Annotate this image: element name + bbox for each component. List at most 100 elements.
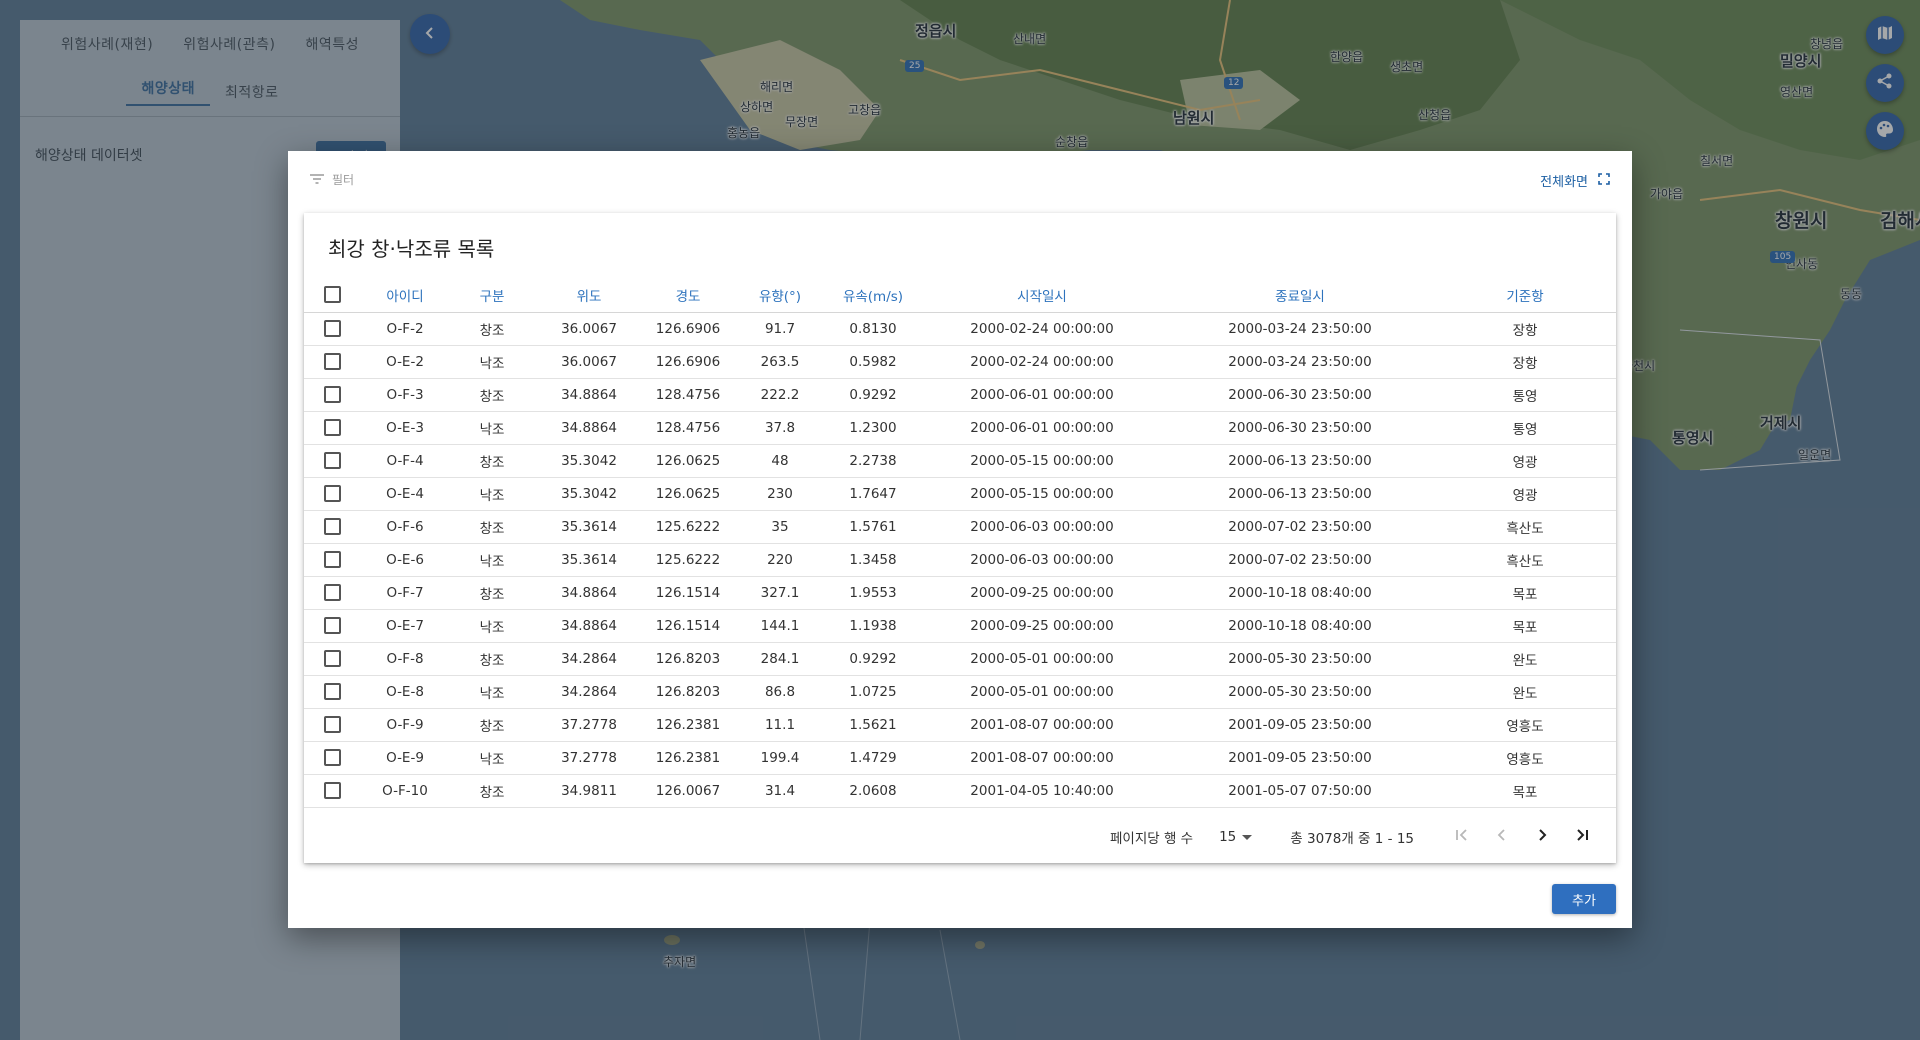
next-page-button[interactable] (1522, 817, 1562, 857)
table-cell: 2000-05-30 23:50:00 (1166, 642, 1434, 676)
column-header[interactable]: 종료일시 (1166, 278, 1434, 313)
table-cell: 영광 (1434, 444, 1616, 478)
select-all-checkbox[interactable] (323, 286, 341, 304)
row-checkbox[interactable] (323, 749, 341, 766)
row-select-cell (304, 741, 360, 775)
table-row[interactable]: O-F-4 창조 35.3042 126.0625 48 2.2738 2000-05-15… (304, 444, 1616, 478)
row-checkbox[interactable] (323, 452, 341, 469)
filter-button[interactable]: 필터 (310, 171, 354, 188)
table-cell: 126.2381 (644, 741, 732, 775)
column-header[interactable]: 위도 (534, 278, 644, 313)
row-checkbox[interactable] (323, 716, 341, 733)
tidal-current-dialog: 필터 전체화면 최강 창·낙조류 목록 아이디 구분 위도 경도 유향(°) 유속(m/s… (288, 151, 1632, 928)
table-cell: O-E-4 (360, 477, 450, 511)
table-row[interactable]: O-E-2 낙조 36.0067 126.6906 263.5 0.5982 2000-02… (304, 345, 1616, 379)
table-row[interactable]: O-F-8 창조 34.2864 126.8203 284.1 0.9292 2000-05… (304, 642, 1616, 676)
row-select-cell (304, 477, 360, 511)
table-cell: 34.8864 (534, 609, 644, 643)
table-cell: 창조 (450, 576, 534, 610)
table-cell: O-E-2 (360, 345, 450, 379)
table-cell: 34.8864 (534, 378, 644, 412)
row-checkbox[interactable] (323, 419, 341, 436)
column-header[interactable]: 구분 (450, 278, 534, 313)
row-checkbox[interactable] (323, 551, 341, 568)
table-cell: 284.1 (732, 642, 828, 676)
table-cell: 35.3042 (534, 444, 644, 478)
column-header[interactable]: 시작일시 (918, 278, 1166, 313)
table-header-row: 아이디 구분 위도 경도 유향(°) 유속(m/s) 시작일시 종료일시 기준항 (304, 278, 1616, 313)
table-cell: 86.8 (732, 675, 828, 709)
row-checkbox[interactable] (323, 617, 341, 634)
add-button[interactable]: 추가 (1552, 884, 1616, 914)
table-row[interactable]: O-F-9 창조 37.2778 126.2381 11.1 1.5621 2001-08-… (304, 708, 1616, 742)
row-checkbox[interactable] (323, 320, 341, 337)
table-cell: 1.9553 (828, 576, 918, 610)
table-row[interactable]: O-F-10 창조 34.9811 126.0067 31.4 2.0608 2001-04… (304, 774, 1616, 808)
column-header[interactable]: 기준항 (1434, 278, 1616, 313)
table-cell: 263.5 (732, 345, 828, 379)
table-row[interactable]: O-E-6 낙조 35.3614 125.6222 220 1.3458 2000-06-0… (304, 543, 1616, 577)
table-cell: 낙조 (450, 675, 534, 709)
table-row[interactable]: O-F-7 창조 34.8864 126.1514 327.1 1.9553 2000-09… (304, 576, 1616, 610)
rows-per-page-select[interactable]: 15 (1219, 829, 1253, 845)
table-cell: 영광 (1434, 477, 1616, 511)
row-select-cell (304, 675, 360, 709)
table-cell: 126.0625 (644, 444, 732, 478)
table-cell: 34.8864 (534, 576, 644, 610)
table-cell: 완도 (1434, 642, 1616, 676)
row-select-cell (304, 576, 360, 610)
column-header[interactable]: 경도 (644, 278, 732, 313)
row-checkbox[interactable] (323, 353, 341, 370)
row-select-cell (304, 378, 360, 412)
table-cell: 2000-02-24 00:00:00 (918, 312, 1166, 346)
table-cell: 220 (732, 543, 828, 577)
table-cell: 2001-05-07 07:50:00 (1166, 774, 1434, 808)
row-select-cell (304, 774, 360, 808)
prev-page-icon (1495, 828, 1509, 846)
first-page-button[interactable] (1442, 817, 1482, 857)
row-checkbox[interactable] (323, 386, 341, 403)
table-row[interactable]: O-E-8 낙조 34.2864 126.8203 86.8 1.0725 2000-05-… (304, 675, 1616, 709)
row-select-cell (304, 345, 360, 379)
caret-down-icon (1242, 829, 1253, 845)
table-cell: 2000-06-30 23:50:00 (1166, 378, 1434, 412)
table-cell: 2001-09-05 23:50:00 (1166, 741, 1434, 775)
table-cell: O-F-9 (360, 708, 450, 742)
table-cell: 창조 (450, 378, 534, 412)
row-checkbox[interactable] (323, 485, 341, 502)
table-row[interactable]: O-E-9 낙조 37.2778 126.2381 199.4 1.4729 2001-08… (304, 741, 1616, 775)
column-header[interactable]: 아이디 (360, 278, 450, 313)
table-row[interactable]: O-F-3 창조 34.8864 128.4756 222.2 0.9292 2000-06… (304, 378, 1616, 412)
row-checkbox[interactable] (323, 782, 341, 799)
table-cell: 2000-05-01 00:00:00 (918, 642, 1166, 676)
row-checkbox[interactable] (323, 683, 341, 700)
fullscreen-button[interactable]: 전체화면 (1540, 171, 1610, 190)
table-cell: 2000-06-13 23:50:00 (1166, 444, 1434, 478)
table-title: 최강 창·낙조류 목록 (328, 237, 495, 261)
table-row[interactable]: O-F-2 창조 36.0067 126.6906 91.7 0.8130 2000-02-… (304, 312, 1616, 346)
last-page-button[interactable] (1562, 817, 1602, 857)
table-cell: 34.9811 (534, 774, 644, 808)
last-page-icon (1575, 828, 1589, 846)
column-header[interactable]: 유향(°) (732, 278, 828, 313)
table-cell: 2001-04-05 10:40:00 (918, 774, 1166, 808)
prev-page-button[interactable] (1482, 817, 1522, 857)
row-checkbox[interactable] (323, 650, 341, 667)
table-cell: 222.2 (732, 378, 828, 412)
table-cell: 34.2864 (534, 675, 644, 709)
table-row[interactable]: O-E-4 낙조 35.3042 126.0625 230 1.7647 2000-05-1… (304, 477, 1616, 511)
table-row[interactable]: O-E-3 낙조 34.8864 128.4756 37.8 1.2300 2000-06-… (304, 411, 1616, 445)
table-row[interactable]: O-F-6 창조 35.3614 125.6222 35 1.5761 2000-06-03… (304, 510, 1616, 544)
table-cell: O-F-4 (360, 444, 450, 478)
table-cell: 144.1 (732, 609, 828, 643)
row-checkbox[interactable] (323, 518, 341, 535)
column-header[interactable]: 유속(m/s) (828, 278, 918, 313)
table-cell: 2001-08-07 00:00:00 (918, 741, 1166, 775)
table-cell: 통영 (1434, 378, 1616, 412)
table-cell: O-F-6 (360, 510, 450, 544)
table-cell: 126.1514 (644, 576, 732, 610)
pagination-bar: 페이지당 행 수 15 총 3078개 중 1 - 15 (304, 811, 1616, 863)
table-row[interactable]: O-E-7 낙조 34.8864 126.1514 144.1 1.1938 2000-09… (304, 609, 1616, 643)
table-cell: O-F-10 (360, 774, 450, 808)
row-checkbox[interactable] (323, 584, 341, 601)
